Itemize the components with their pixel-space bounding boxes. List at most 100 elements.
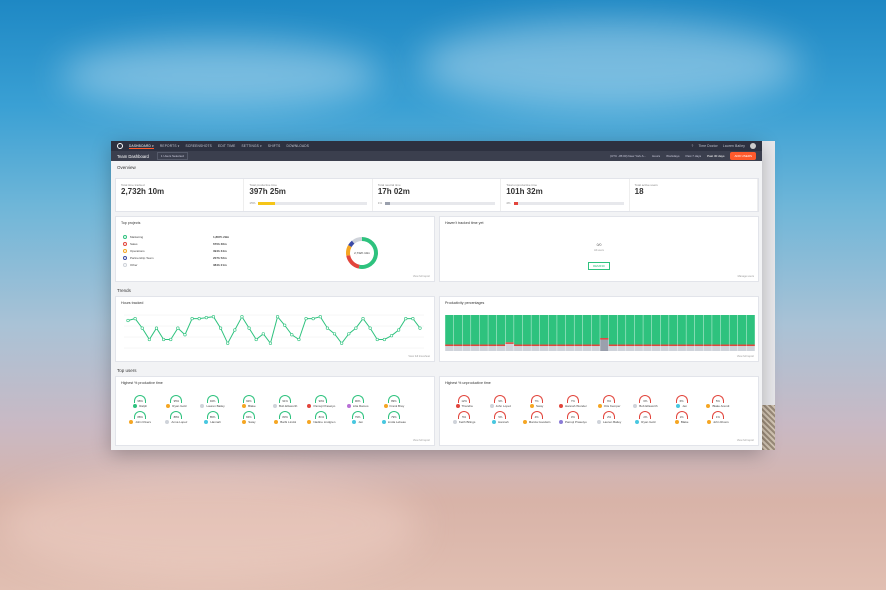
overview-stat: Total unproductive time 101h 32m 4% <box>501 179 630 211</box>
projects-report-link[interactable]: View full report <box>413 275 430 278</box>
user-item[interactable]: 95% Ryan Gold <box>158 395 194 408</box>
user-gauge: 1% <box>711 411 724 419</box>
timesheet-link[interactable]: View full timesheet <box>408 355 430 358</box>
user-name: Lauren Bailey <box>206 404 225 408</box>
productive-bar <box>565 315 574 345</box>
unproductive-bar <box>471 344 480 347</box>
user-item[interactable]: 83% Barbi Lindol <box>267 411 303 424</box>
user-gauge: 5% <box>458 411 471 419</box>
nav-screenshots[interactable]: SCREENSHOTS <box>186 144 212 148</box>
user-item[interactable]: 79% Jen <box>340 411 376 424</box>
period-30-days[interactable]: Past 30 days <box>707 154 724 158</box>
project-row[interactable]: Operations 394h 34m <box>123 247 283 254</box>
user-item[interactable]: 1% Blake <box>664 411 700 424</box>
user-item[interactable]: 81% Nadine Lindgren <box>303 411 339 424</box>
project-row[interactable]: Sales 670h 36m <box>123 240 283 247</box>
user-item[interactable]: 6% Otis Kemper <box>591 395 627 408</box>
add-users-button[interactable]: ADD USERS <box>730 152 756 160</box>
user-item[interactable]: 9% John Lopez <box>482 395 518 408</box>
project-row[interactable]: Marketing 1,887h 29m <box>123 233 283 240</box>
user-name: Lauren Bailey <box>602 420 622 424</box>
user-item[interactable]: 2% Ryan Gold <box>627 411 663 424</box>
unproductive-bar <box>737 344 747 347</box>
user-item[interactable]: 5% Hannah <box>482 411 518 424</box>
unproductive-bar <box>548 344 557 347</box>
org-name[interactable]: Time Doctor <box>698 144 717 148</box>
user-item[interactable]: 6% Bob Ellsworth <box>627 395 663 408</box>
hours-point <box>247 326 251 330</box>
user-avatar-icon <box>307 420 312 424</box>
nav-settings[interactable]: SETTINGS ▾ <box>241 144 261 148</box>
user-avatar-icon <box>633 404 638 408</box>
user-selector[interactable]: 1 Users Selected <box>156 152 188 160</box>
user-item[interactable]: 12% Thandra <box>446 395 482 408</box>
prod-users-report-link[interactable]: View full report <box>413 439 430 442</box>
productivity-report-link[interactable]: View full report <box>737 355 754 358</box>
hours-point <box>268 341 273 345</box>
avatar[interactable] <box>750 143 756 149</box>
user-percent: 4% <box>534 415 539 419</box>
user-item[interactable]: 1% John Rivers <box>700 411 736 424</box>
productive-bar <box>746 315 755 345</box>
nav-downloads[interactable]: DOWNLOADS <box>286 144 309 148</box>
user-item[interactable]: 2% Lauren Bailey <box>591 411 627 424</box>
user-item[interactable]: 92% Blake <box>231 395 267 408</box>
unproductive-bar <box>651 344 661 347</box>
user-item[interactable]: 85% Hannah <box>195 411 231 424</box>
nav-reports[interactable]: REPORTS ▾ <box>160 144 180 148</box>
user-percent: 5% <box>498 415 503 419</box>
productive-bar <box>737 315 747 345</box>
user-item[interactable]: 94% Lauren Bailey <box>195 395 231 408</box>
user-item[interactable]: 5% Keith Bilings <box>446 411 482 424</box>
user-item[interactable]: 90% Lilia Ramos <box>340 395 376 408</box>
project-row[interactable]: Other 384h 21m <box>123 261 283 268</box>
unprod-users-report-link[interactable]: View full report <box>737 439 754 442</box>
user-avatar-icon <box>166 404 171 408</box>
productive-bar <box>651 315 661 345</box>
user-item[interactable]: 88% Anna Lopez <box>158 411 194 424</box>
user-name: Jen <box>682 404 688 408</box>
user-percent: 7% <box>534 399 539 403</box>
user-item[interactable]: 5% Blake Arendi <box>700 395 736 408</box>
user-item[interactable]: 79% Linda Lebeau <box>376 411 412 424</box>
period-workdays[interactable]: Workdays <box>666 154 679 158</box>
help-icon[interactable]: ? <box>691 144 693 148</box>
project-dot-icon <box>123 248 127 253</box>
remind-button[interactable]: REMIND <box>588 262 610 270</box>
period-hours[interactable]: Hours <box>652 154 660 158</box>
user-item[interactable]: 89% Frank Bray <box>376 395 412 408</box>
nav-shifts[interactable]: SHIFTS <box>268 144 281 148</box>
user-percent: 95% <box>173 399 180 403</box>
user-gauge: 98% <box>134 395 147 403</box>
user-item[interactable]: 7% Sway <box>519 395 555 408</box>
user-name[interactable]: Lauren Bailey <box>723 144 745 148</box>
user-item[interactable]: 98% Ralph <box>122 395 158 408</box>
nav-dashboard[interactable]: DASHBOARD ▾ <box>129 144 154 149</box>
user-item[interactable]: 4% Marcia Goodwin <box>519 411 555 424</box>
manage-users-link[interactable]: Manage users <box>738 275 754 278</box>
user-item[interactable]: 90% Pamuji Prasetyo <box>303 395 339 408</box>
productive-bar <box>608 315 618 345</box>
user-item[interactable]: 6% Jen <box>664 395 700 408</box>
user-item[interactable]: 3% Pamuji Prasetyo <box>555 411 591 424</box>
user-gauge: 6% <box>675 395 688 403</box>
productive-bar <box>557 315 566 345</box>
user-name: Bob Ellsworth <box>639 404 658 408</box>
user-name: Ryan Gold <box>172 404 187 408</box>
user-item[interactable]: 7% Hannah Wonder <box>555 395 591 408</box>
unproductive-bar <box>626 344 635 347</box>
timezone-select[interactable]: (UTC -05:00) New York A... <box>610 154 646 158</box>
nav-edit-time[interactable]: EDIT TIME <box>218 144 235 148</box>
user-percent: 85% <box>209 415 216 419</box>
hours-point <box>176 326 180 330</box>
user-item[interactable]: 91% Bob Ellsworth <box>267 395 303 408</box>
project-row[interactable]: Partnership Team 207h 52m <box>123 254 283 261</box>
unproductive-bar <box>539 344 549 347</box>
user-item[interactable]: 84% Sway <box>231 411 267 424</box>
user-item[interactable]: 88% John Rivers <box>122 411 158 424</box>
hours-point <box>197 317 201 321</box>
hours-line-chart <box>124 314 424 349</box>
period-7-days[interactable]: Past 7 days <box>685 154 701 158</box>
productive-bar <box>453 315 463 345</box>
user-name: John Rivers <box>135 420 152 424</box>
